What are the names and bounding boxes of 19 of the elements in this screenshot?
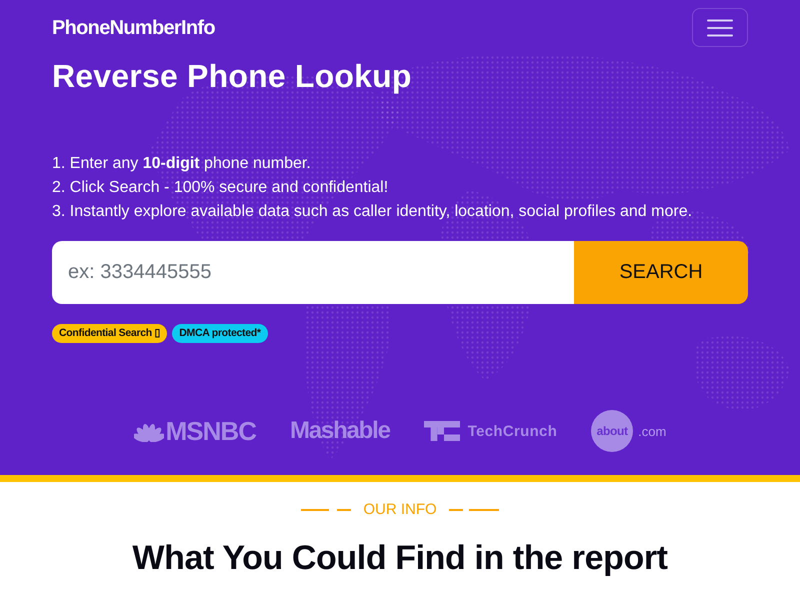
menu-icon — [707, 18, 733, 36]
info-badge: DMCA protected* — [172, 324, 268, 343]
press-logo-text: .com — [638, 424, 666, 438]
site-logo[interactable]: PhoneNumberInfo — [52, 16, 215, 40]
step-text: 3. Instantly explore available data such as caller identity, location, social profiles and more. — [52, 202, 694, 222]
press-logo-text: Mashable — [290, 419, 390, 443]
page-title: Reverse Phone Lookup — [52, 57, 413, 96]
search-button[interactable]: SEARCH — [574, 241, 748, 304]
block-logo-icon — [424, 421, 460, 441]
section-heading: What You Could Find in the report — [132, 538, 668, 578]
info-badge: Confidential Search ▯ — [52, 324, 168, 343]
press-logo-text: MSNBC — [166, 418, 256, 444]
menu-button[interactable] — [692, 8, 748, 47]
phone-input[interactable]: ex: 3334445555 — [52, 241, 574, 304]
section-eyebrow: OUR INFO — [363, 500, 437, 520]
step-text: 1. Enter any 10-digit phone number. — [52, 154, 312, 174]
press-logo-circle: about — [591, 410, 634, 452]
press-logo-text: TechCrunch — [468, 424, 558, 438]
step-text: 2. Click Search - 100% secure and confidential! — [52, 178, 390, 198]
